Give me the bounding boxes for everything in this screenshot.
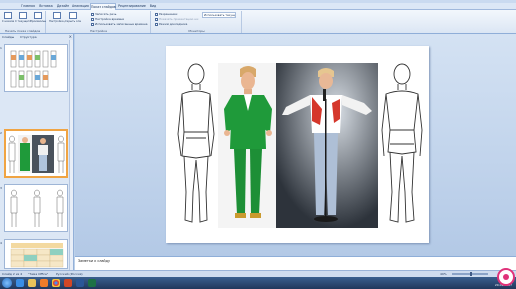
use-timings-checkbox[interactable]: Использовать записанные времена [91, 22, 147, 26]
tab-outline[interactable]: Структура [20, 34, 37, 40]
tab-home[interactable]: Главная [20, 3, 36, 10]
slide-number: 4 [0, 241, 2, 245]
slide-number: 3 [0, 186, 2, 190]
powerpoint-icon[interactable] [64, 279, 72, 287]
tab-animation[interactable]: Анимация [72, 3, 89, 10]
monitor-icon [155, 12, 158, 16]
right-figure-sketch [381, 63, 423, 223]
record-button[interactable] [497, 268, 515, 286]
left-figure-sketch [177, 63, 215, 223]
slideshow-current-icon [19, 12, 27, 19]
slide-number: 1 [0, 46, 2, 50]
ribbon-tabs: Главная Вставка Дизайн Анимация Показ сл… [0, 3, 516, 11]
singer-image [276, 63, 378, 228]
group-monitors: Разрешение: Использовать текущее Показат… [152, 11, 242, 33]
ribbon: С начала С текущего слайда Произвольный … [0, 10, 516, 34]
rehearse-timings-option[interactable]: Настройка времени [91, 17, 124, 21]
slide-thumbnail[interactable] [4, 239, 68, 269]
group-label: Мониторы [188, 29, 205, 33]
media-icon[interactable] [40, 279, 48, 287]
chrome-icon[interactable] [52, 279, 60, 287]
record-narration-option[interactable]: Записать речь [91, 12, 116, 16]
office-button[interactable] [4, 3, 18, 10]
hide-slide-icon [69, 12, 77, 19]
microphone-icon [91, 12, 94, 16]
tab-slides[interactable]: Слайды [2, 34, 14, 40]
notes-pane[interactable]: Заметки к слайду [75, 256, 516, 270]
checkbox-icon [155, 22, 158, 26]
group-start-slide-show: С начала С текущего слайда Произвольный … [0, 11, 46, 33]
slide-thumbnail[interactable] [4, 184, 68, 232]
windows-taskbar: 12:38 20.01.2017 [0, 277, 516, 289]
tab-insert[interactable]: Вставка [38, 3, 54, 10]
notes-placeholder: Заметки к слайду [78, 259, 110, 263]
show-presentation-on-option: Показать презентацию на: [155, 17, 199, 21]
thumbnail-scrollbar[interactable] [69, 40, 73, 270]
tab-design[interactable]: Дизайн [56, 3, 70, 10]
setup-show-button[interactable]: Настройка демонстрации [49, 11, 65, 25]
slide-thumbnail[interactable] [4, 44, 68, 92]
photo-green-suit [218, 63, 278, 228]
slide-4-preview [5, 240, 67, 268]
clock-icon [91, 17, 94, 21]
zoom-slider-handle[interactable] [470, 272, 472, 276]
slide-3-preview [5, 185, 67, 231]
slide-number: 2 [0, 131, 2, 135]
slide-1-preview [5, 45, 67, 91]
folder-icon[interactable] [28, 279, 36, 287]
photo-singer [276, 63, 378, 228]
green-suit-image [218, 63, 278, 228]
from-current-slide-button[interactable]: С текущего слайда [15, 11, 31, 25]
from-beginning-button[interactable]: С начала [2, 11, 14, 25]
custom-show-icon [34, 12, 42, 19]
hide-slide-button[interactable]: Скрыть слайд [65, 11, 81, 25]
custom-show-button[interactable]: Произвольный показ [30, 11, 46, 25]
presenter-view-checkbox[interactable]: Режим докладчика [155, 22, 187, 26]
slide-2-preview [6, 131, 66, 176]
status-bar: Слайд 2 из 4 "Тема Office" Русский (Росс… [0, 270, 516, 277]
group-setup: Настройка демонстрации Скрыть слайд Запи… [47, 11, 151, 33]
setup-icon [53, 12, 61, 19]
group-label: Начать показ слайдов [4, 29, 41, 33]
slides-panel: Слайды Структура × 1 2 3 4 [0, 34, 74, 270]
panel-tabs: Слайды Структура × [0, 34, 74, 40]
start-button[interactable] [2, 278, 12, 288]
slide-editor [75, 34, 516, 256]
ie-icon[interactable] [16, 279, 24, 287]
group-label: Настройка [90, 29, 107, 33]
current-slide[interactable] [166, 46, 429, 243]
excel-icon[interactable] [88, 279, 96, 287]
display-icon [155, 17, 158, 21]
resolution-dropdown[interactable]: Использовать текущее [202, 12, 236, 18]
resolution-label: Разрешение: [155, 12, 178, 16]
slide-thumbnail-selected[interactable] [4, 129, 68, 178]
tab-review[interactable]: Рецензирование [118, 3, 146, 10]
slideshow-start-icon [4, 12, 12, 19]
record-icon [503, 274, 509, 280]
tab-view[interactable]: Вид [148, 3, 158, 10]
checkbox-icon [91, 22, 94, 26]
word-icon[interactable] [76, 279, 84, 287]
